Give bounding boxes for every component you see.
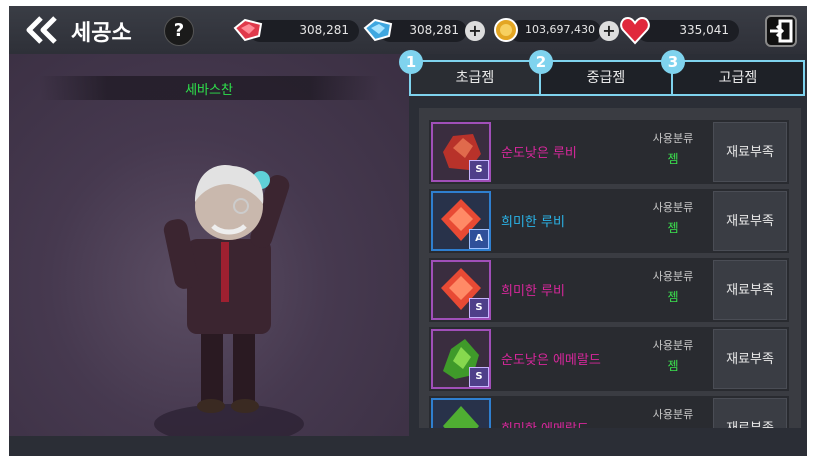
exit-door-icon bbox=[770, 19, 793, 43]
list-item[interactable]: S 순도낮은 에메랄드 사용분류 젬 재료부족 bbox=[429, 327, 789, 391]
craft-button[interactable]: 재료부족 bbox=[713, 191, 787, 251]
category-value: 젬 bbox=[667, 221, 679, 235]
gem-recipe-list[interactable]: S 순도낮은 루비 사용분류 젬 재료부족 A 희미한 루비 사용분류 젬 재료… bbox=[419, 108, 801, 428]
npc-character-illustration[interactable] bbox=[129, 134, 329, 436]
gold-currency-display: 103,697,430 bbox=[509, 20, 601, 42]
item-name: 희미한 에메랄드 bbox=[501, 418, 589, 428]
blue-gem-currency-value: 308,281 bbox=[409, 23, 459, 37]
npc-name: 세바스찬 bbox=[185, 83, 233, 98]
heart-icon bbox=[620, 16, 650, 45]
category-label: 사용분류 bbox=[652, 270, 694, 283]
craft-button[interactable]: 재료부족 bbox=[713, 329, 787, 389]
heart-currency-value: 335,041 bbox=[679, 23, 729, 37]
item-thumbnail: S bbox=[431, 329, 491, 389]
category-label: 사용분류 bbox=[652, 132, 694, 145]
craft-button[interactable]: 재료부족 bbox=[713, 122, 787, 182]
gold-coin-icon bbox=[494, 18, 518, 42]
tab-label: 중급젬 bbox=[586, 70, 626, 86]
ruby-currency-display: 308,281 bbox=[249, 20, 359, 42]
category-value: 젬 bbox=[667, 152, 679, 166]
add-blue-gem-button[interactable]: + bbox=[465, 21, 485, 41]
item-thumbnail: S bbox=[431, 122, 491, 182]
emerald-icon bbox=[443, 406, 479, 428]
category-value: 젬 bbox=[667, 290, 679, 304]
item-thumbnail bbox=[431, 398, 491, 428]
list-item[interactable]: S 순도낮은 루비 사용분류 젬 재료부족 bbox=[429, 120, 789, 184]
tab-intermediate-gem[interactable]: 2 중급젬 bbox=[529, 50, 673, 96]
list-item[interactable]: 희미한 에메랄드 사용분류 젬 재료부족 bbox=[429, 396, 789, 428]
tab-advanced-gem[interactable]: 3 고급젬 bbox=[661, 50, 805, 96]
grade-badge-icon: S bbox=[469, 298, 489, 318]
item-name: 순도낮은 에메랄드 bbox=[501, 353, 601, 368]
bottom-bar bbox=[9, 436, 807, 456]
category-value: 젬 bbox=[667, 359, 679, 373]
ruby-gem-icon bbox=[233, 18, 263, 42]
grade-badge-icon: S bbox=[469, 367, 489, 387]
category-value: 젬 bbox=[643, 426, 703, 428]
grade-badge-icon: A bbox=[469, 229, 489, 249]
tab-number-badge: 1 bbox=[399, 50, 423, 74]
heart-currency-display: 335,041 bbox=[637, 20, 739, 42]
help-button[interactable]: ? bbox=[164, 16, 194, 46]
tab-number-badge: 2 bbox=[529, 50, 553, 74]
tab-beginner-gem[interactable]: 1 초급젬 bbox=[399, 50, 541, 96]
item-thumbnail: S bbox=[431, 260, 491, 320]
category-label: 사용분류 bbox=[652, 408, 694, 421]
game-screen: 세공소 ? 308,281 308,281 + 103,697,430 + 33… bbox=[9, 6, 807, 456]
double-chevron-left-icon bbox=[26, 16, 57, 44]
grade-badge-icon: S bbox=[469, 160, 489, 180]
item-name: 희미한 루비 bbox=[501, 284, 565, 299]
category-label: 사용분류 bbox=[652, 339, 694, 352]
npc-panel: 세바스찬 bbox=[9, 54, 409, 436]
ruby-currency-value: 308,281 bbox=[299, 23, 349, 37]
blue-gem-icon bbox=[363, 18, 393, 42]
item-name: 순도낮은 루비 bbox=[501, 146, 577, 161]
craft-button[interactable]: 재료부족 bbox=[713, 260, 787, 320]
list-item[interactable]: S 희미한 루비 사용분류 젬 재료부족 bbox=[429, 258, 789, 322]
add-gold-button[interactable]: + bbox=[599, 21, 619, 41]
tab-label: 고급젬 bbox=[718, 70, 758, 86]
craft-button[interactable]: 재료부족 bbox=[713, 398, 787, 428]
gold-currency-value: 103,697,430 bbox=[525, 23, 595, 36]
page-title: 세공소 bbox=[71, 21, 132, 46]
item-name: 희미한 루비 bbox=[501, 215, 565, 230]
tab-label: 초급젬 bbox=[455, 70, 495, 86]
category-label: 사용분류 bbox=[652, 201, 694, 214]
list-item[interactable]: A 희미한 루비 사용분류 젬 재료부족 bbox=[429, 189, 789, 253]
exit-button[interactable] bbox=[765, 15, 797, 47]
npc-name-banner: 세바스찬 bbox=[39, 76, 379, 100]
top-bar: 세공소 ? 308,281 308,281 + 103,697,430 + 33… bbox=[9, 6, 807, 54]
back-button[interactable] bbox=[23, 14, 63, 46]
item-thumbnail: A bbox=[431, 191, 491, 251]
tab-number-badge: 3 bbox=[661, 50, 685, 74]
